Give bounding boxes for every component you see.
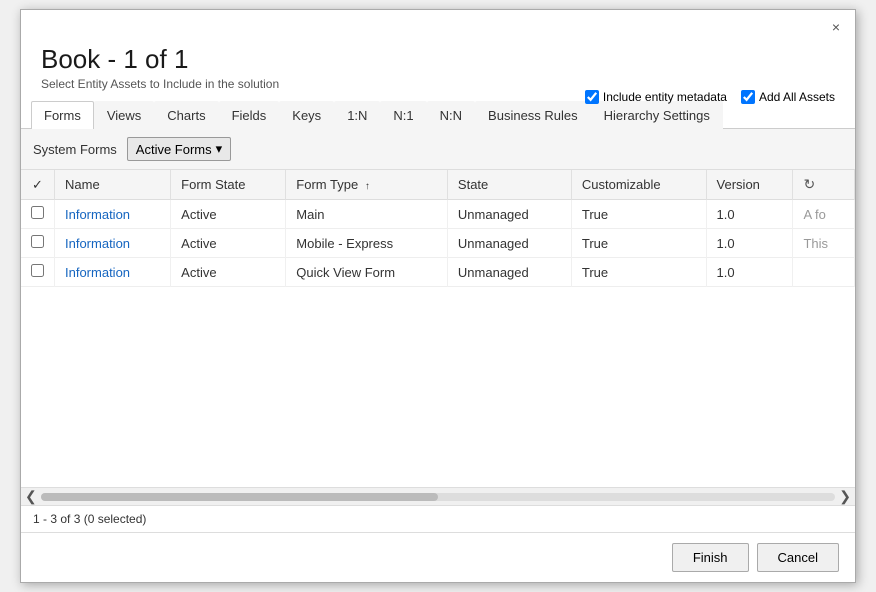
tab-fields[interactable]: Fields [219,101,280,129]
finish-button[interactable]: Finish [672,543,749,572]
dialog-subtitle: Select Entity Assets to Include in the s… [41,77,835,91]
row-name[interactable]: Information [55,229,171,258]
tab-n-1[interactable]: N:1 [380,101,426,129]
row-form-type: Main [286,200,448,229]
row-checkbox-cell[interactable] [21,229,55,258]
add-all-assets-label: Add All Assets [759,90,835,104]
row-version: 1.0 [706,200,793,229]
sort-arrow: ↑ [365,181,370,192]
tab-charts[interactable]: Charts [154,101,218,129]
row-checkbox-cell[interactable] [21,200,55,229]
scroll-thumb[interactable] [41,493,438,501]
row-form-state: Active [171,200,286,229]
tab-1-n[interactable]: 1:N [334,101,380,129]
row-form-type: Mobile - Express [286,229,448,258]
close-button[interactable]: × [827,18,845,36]
dialog-titlebar: × [21,10,855,40]
active-forms-dropdown[interactable]: Active Forms ▾ [127,137,231,161]
row-state: Unmanaged [447,229,571,258]
row-customizable: True [571,229,706,258]
system-forms-label: System Forms [33,142,117,157]
table-header: ✓ Name Form State Form Type ↑ State Cust… [21,170,855,200]
row-checkbox[interactable] [31,235,44,248]
table-row: Information ActiveQuick View FormUnmanage… [21,258,855,287]
col-check: ✓ [21,170,55,200]
col-version: Version [706,170,793,200]
row-state: Unmanaged [447,258,571,287]
table-container: ✓ Name Form State Form Type ↑ State Cust… [21,169,855,487]
row-version: 1.0 [706,229,793,258]
status-text: 1 - 3 of 3 (0 selected) [33,512,146,526]
row-name[interactable]: Information [55,258,171,287]
dialog-header: Book - 1 of 1 Select Entity Assets to In… [21,40,855,101]
tab-views[interactable]: Views [94,101,154,129]
table-row: Information ActiveMobile - ExpressUnmanag… [21,229,855,258]
horizontal-scrollbar[interactable]: ❮ ❯ [21,487,855,505]
data-table: ✓ Name Form State Form Type ↑ State Cust… [21,170,855,287]
row-name-link[interactable]: Information [65,207,130,222]
header-checkboxes: Include entity metadata Add All Assets [585,90,835,104]
empty-area [21,287,855,487]
tab-forms[interactable]: Forms [31,101,94,129]
row-extra: This [793,229,855,258]
scroll-right-arrow[interactable]: ❯ [839,488,851,505]
table-body: InformationActiveMainUnmanagedTrue1.0A f… [21,200,855,287]
row-name[interactable]: Information [55,200,171,229]
dialog-title: Book - 1 of 1 [41,44,835,75]
col-name: Name [55,170,171,200]
dropdown-label: Active Forms [136,142,212,157]
row-version: 1.0 [706,258,793,287]
include-metadata-checkbox[interactable] [585,90,599,104]
content-area: System Forms Active Forms ▾ ✓ Name Form … [21,129,855,487]
col-form-state: Form State [171,170,286,200]
include-metadata-label: Include entity metadata [603,90,727,104]
tab-business-rules[interactable]: Business Rules [475,101,591,129]
col-state: State [447,170,571,200]
row-form-state: Active [171,258,286,287]
tab-n-n[interactable]: N:N [427,101,475,129]
row-extra [793,258,855,287]
row-checkbox[interactable] [31,264,44,277]
row-form-state: Active [171,229,286,258]
tabs-bar: FormsViewsChartsFieldsKeys1:NN:1N:NBusin… [21,101,855,129]
col-refresh[interactable]: ↻ [793,170,855,200]
add-all-assets-checkbox-container[interactable]: Add All Assets [741,90,835,104]
row-form-type: Quick View Form [286,258,448,287]
dialog-footer: Finish Cancel [21,532,855,582]
status-bar: 1 - 3 of 3 (0 selected) [21,505,855,532]
row-name-link[interactable]: Information [65,265,130,280]
row-customizable: True [571,200,706,229]
table-row: Information ActiveMainUnmanagedTrue1.0A f… [21,200,855,229]
cancel-button[interactable]: Cancel [757,543,839,572]
tab-hierarchy-settings[interactable]: Hierarchy Settings [591,101,723,129]
scroll-left-arrow[interactable]: ❮ [25,488,37,505]
refresh-icon: ↻ [803,176,815,193]
col-customizable: Customizable [571,170,706,200]
col-form-type[interactable]: Form Type ↑ [286,170,448,200]
include-metadata-checkbox-container[interactable]: Include entity metadata [585,90,727,104]
main-dialog: × Book - 1 of 1 Select Entity Assets to … [20,9,856,583]
table-header-row: ✓ Name Form State Form Type ↑ State Cust… [21,170,855,200]
scroll-track[interactable] [41,493,835,501]
row-checkbox[interactable] [31,206,44,219]
row-customizable: True [571,258,706,287]
row-state: Unmanaged [447,200,571,229]
add-all-assets-checkbox[interactable] [741,90,755,104]
dropdown-arrow: ▾ [216,141,223,157]
system-forms-bar: System Forms Active Forms ▾ [21,129,855,169]
row-checkbox-cell[interactable] [21,258,55,287]
row-extra: A fo [793,200,855,229]
row-name-link[interactable]: Information [65,236,130,251]
tab-keys[interactable]: Keys [279,101,334,129]
